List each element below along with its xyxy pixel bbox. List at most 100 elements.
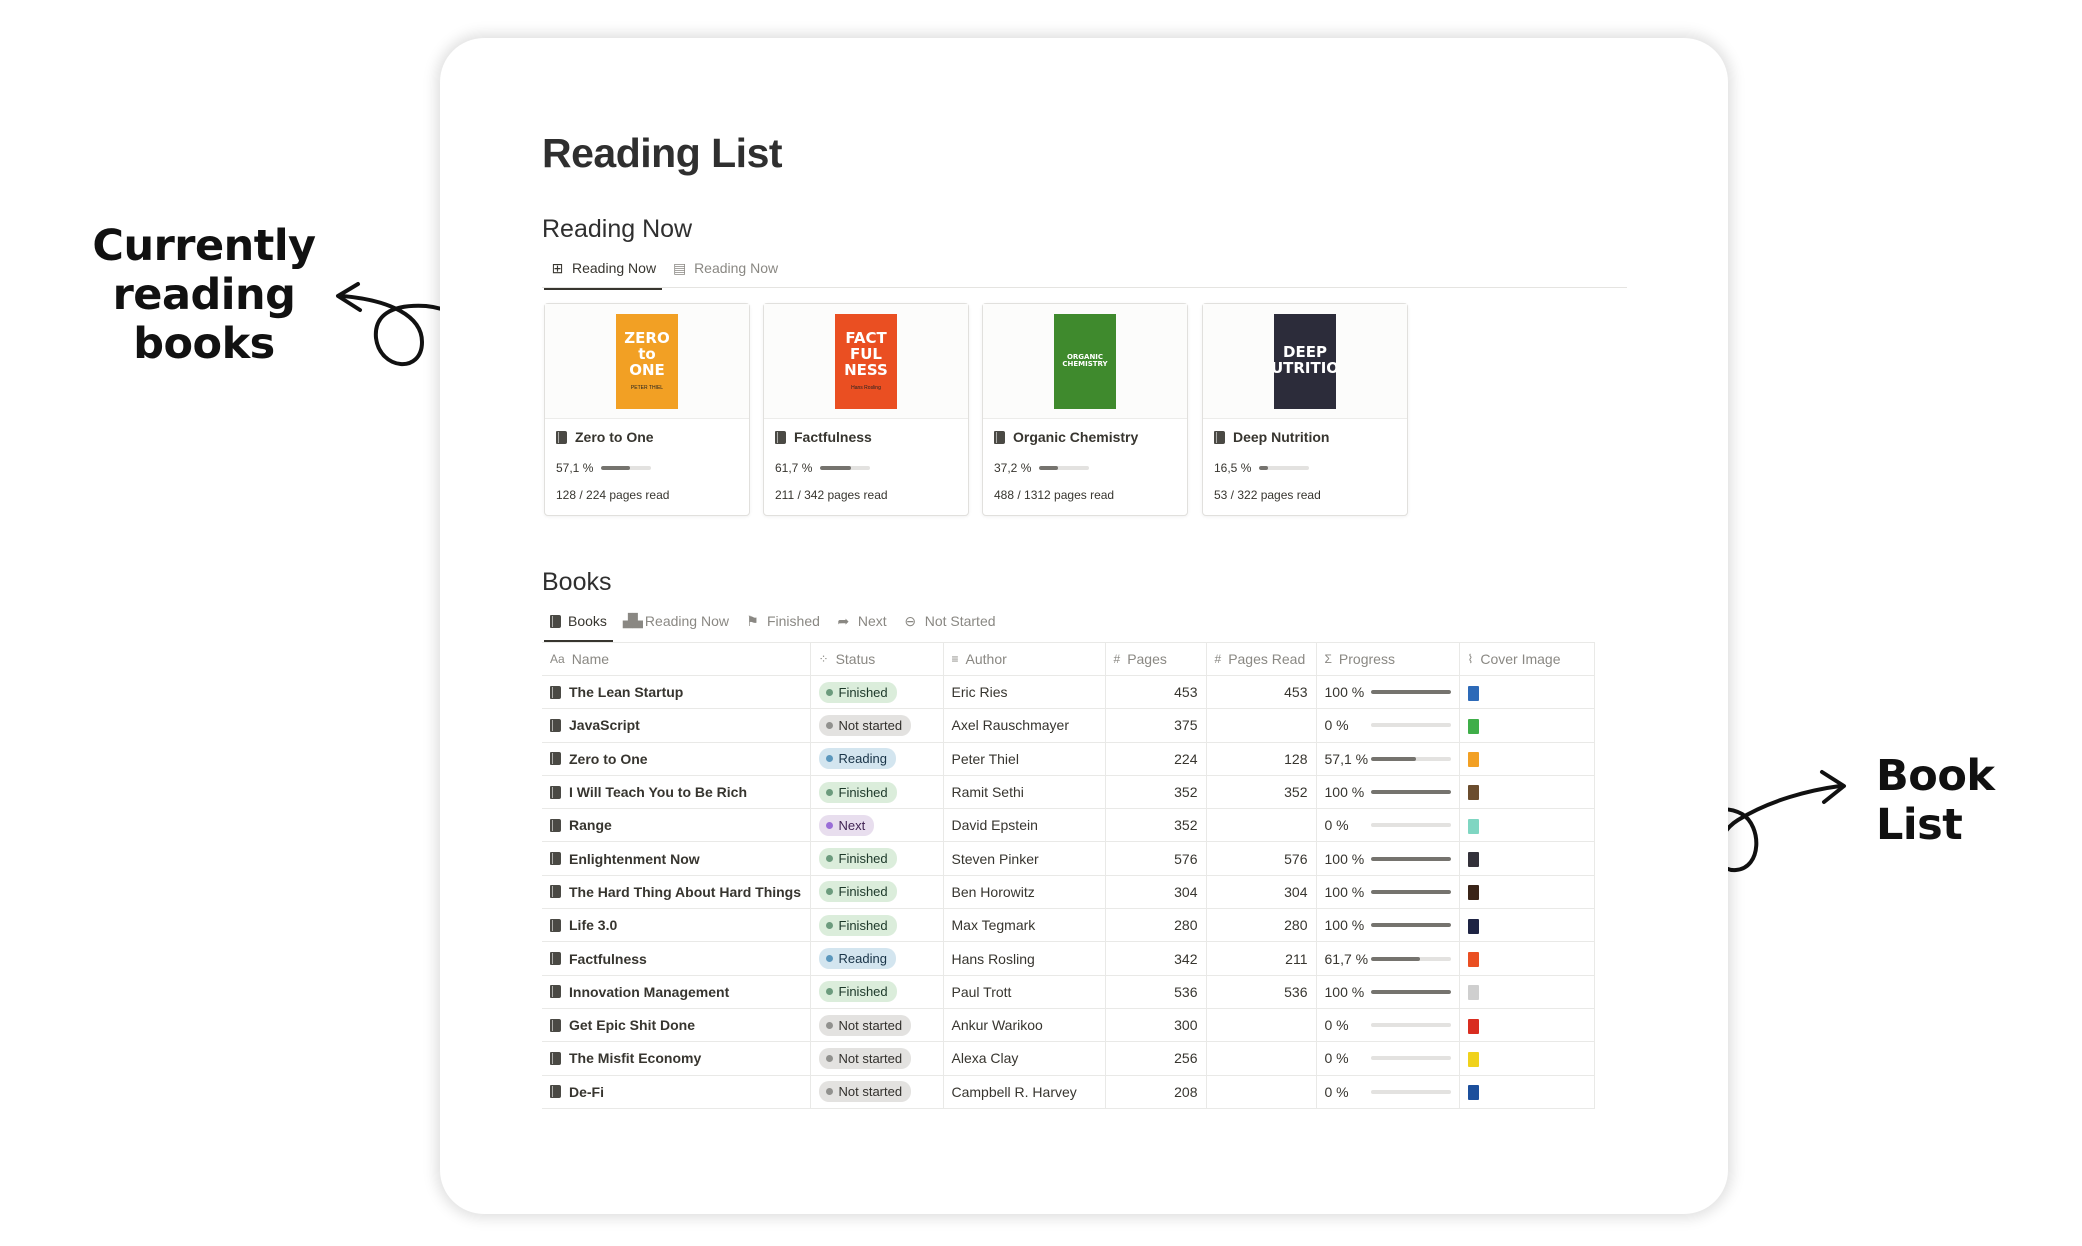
- book-card[interactable]: ZERO to ONE PETER THIEL Zero to One 57,1 % …: [544, 303, 750, 516]
- card-title[interactable]: Deep Nutrition: [1214, 429, 1329, 445]
- table-row[interactable]: JavaScript Not started Axel Rauschmayer …: [542, 708, 1595, 743]
- author-cell[interactable]: Alexa Clay: [943, 1041, 1106, 1076]
- pages-cell[interactable]: 352: [1105, 775, 1207, 810]
- pages-read-cell[interactable]: 280: [1206, 908, 1317, 943]
- table-row[interactable]: The Lean Startup Finished Eric Ries 453 …: [542, 675, 1595, 710]
- status-cell[interactable]: Not started: [810, 1008, 944, 1043]
- status-cell[interactable]: Next: [810, 808, 944, 843]
- cover-image-cell[interactable]: [1459, 975, 1595, 1009]
- cover-image-cell[interactable]: [1459, 908, 1595, 943]
- cover-image-cell[interactable]: [1459, 841, 1595, 876]
- pages-cell[interactable]: 536: [1105, 975, 1207, 1009]
- card-title[interactable]: Organic Chemistry: [994, 429, 1138, 445]
- column-header-name[interactable]: Aa Name: [542, 642, 811, 676]
- pages-cell[interactable]: 375: [1105, 708, 1207, 743]
- cover-image-cell[interactable]: [1459, 1008, 1595, 1043]
- cover-image-cell[interactable]: [1459, 708, 1595, 743]
- status-cell[interactable]: Finished: [810, 975, 944, 1009]
- table-row[interactable]: I Will Teach You to Be Rich Finished Ram…: [542, 775, 1595, 810]
- pages-read-cell[interactable]: [1206, 808, 1317, 843]
- pages-cell[interactable]: 342: [1105, 941, 1207, 976]
- tab-reading-now-gallery[interactable]: ⊞ Reading Now: [542, 248, 664, 290]
- cover-image-cell[interactable]: [1459, 1041, 1595, 1076]
- pages-read-cell[interactable]: 352: [1206, 775, 1317, 810]
- pages-read-cell[interactable]: 128: [1206, 742, 1317, 776]
- pages-read-cell[interactable]: [1206, 1008, 1317, 1043]
- author-cell[interactable]: Campbell R. Harvey: [943, 1075, 1106, 1109]
- tab-next[interactable]: ➦ Next: [828, 601, 895, 641]
- author-cell[interactable]: Ramit Sethi: [943, 775, 1106, 810]
- pages-read-cell[interactable]: [1206, 1041, 1317, 1076]
- name-cell[interactable]: JavaScript: [542, 708, 811, 743]
- name-cell[interactable]: I Will Teach You to Be Rich: [542, 775, 811, 810]
- status-cell[interactable]: Finished: [810, 775, 944, 810]
- table-row[interactable]: Enlightenment Now Finished Steven Pinker…: [542, 841, 1595, 876]
- pages-read-cell[interactable]: 536: [1206, 975, 1317, 1009]
- table-row[interactable]: Factfulness Reading Hans Rosling 342 211…: [542, 941, 1595, 976]
- cover-image-cell[interactable]: [1459, 941, 1595, 976]
- pages-read-cell[interactable]: [1206, 1075, 1317, 1109]
- author-cell[interactable]: Ankur Warikoo: [943, 1008, 1106, 1043]
- pages-read-cell[interactable]: 576: [1206, 841, 1317, 876]
- tab-reading-now-table[interactable]: ▤ Reading Now: [664, 248, 786, 288]
- column-header-author[interactable]: ≡ Author: [943, 642, 1106, 676]
- pages-read-cell[interactable]: [1206, 708, 1317, 743]
- name-cell[interactable]: Enlightenment Now: [542, 841, 811, 876]
- name-cell[interactable]: Zero to One: [542, 742, 811, 776]
- book-card[interactable]: FACT FUL NESS Hans Rosling Factfulness 61,7…: [763, 303, 969, 516]
- column-header-status[interactable]: ⁘ Status: [810, 642, 944, 676]
- cover-image-cell[interactable]: [1459, 1075, 1595, 1109]
- name-cell[interactable]: De-Fi: [542, 1075, 811, 1109]
- tab-not-started[interactable]: ⊖ Not Started: [895, 601, 1004, 641]
- author-cell[interactable]: Max Tegmark: [943, 908, 1106, 943]
- table-row[interactable]: Zero to One Reading Peter Thiel 224 128 …: [542, 742, 1595, 776]
- pages-cell[interactable]: 280: [1105, 908, 1207, 943]
- pages-cell[interactable]: 304: [1105, 875, 1207, 910]
- name-cell[interactable]: The Lean Startup: [542, 675, 811, 710]
- pages-cell[interactable]: 576: [1105, 841, 1207, 876]
- tab-books[interactable]: Books: [542, 601, 615, 643]
- cover-image-cell[interactable]: [1459, 742, 1595, 776]
- pages-read-cell[interactable]: 304: [1206, 875, 1317, 910]
- author-cell[interactable]: Ben Horowitz: [943, 875, 1106, 910]
- table-row[interactable]: The Misfit Economy Not started Alexa Cla…: [542, 1041, 1595, 1076]
- pages-read-cell[interactable]: 453: [1206, 675, 1317, 710]
- author-cell[interactable]: Hans Rosling: [943, 941, 1106, 976]
- table-row[interactable]: Life 3.0 Finished Max Tegmark 280 280 10…: [542, 908, 1595, 943]
- cover-image-cell[interactable]: [1459, 808, 1595, 843]
- author-cell[interactable]: Steven Pinker: [943, 841, 1106, 876]
- pages-cell[interactable]: 224: [1105, 742, 1207, 776]
- author-cell[interactable]: Axel Rauschmayer: [943, 708, 1106, 743]
- name-cell[interactable]: Range: [542, 808, 811, 843]
- pages-cell[interactable]: 453: [1105, 675, 1207, 710]
- pages-cell[interactable]: 256: [1105, 1041, 1207, 1076]
- status-cell[interactable]: Finished: [810, 875, 944, 910]
- name-cell[interactable]: Get Epic Shit Done: [542, 1008, 811, 1043]
- name-cell[interactable]: The Misfit Economy: [542, 1041, 811, 1076]
- pages-cell[interactable]: 208: [1105, 1075, 1207, 1109]
- status-cell[interactable]: Not started: [810, 1041, 944, 1076]
- book-card[interactable]: DEEPNUTRITION Deep Nutrition 16,5 % 53 /…: [1202, 303, 1408, 516]
- status-cell[interactable]: Finished: [810, 675, 944, 710]
- column-header-pages[interactable]: # Pages: [1105, 642, 1207, 676]
- column-header-pages-read[interactable]: # Pages Read: [1206, 642, 1317, 676]
- status-cell[interactable]: Not started: [810, 708, 944, 743]
- book-card[interactable]: ORGANIC CHEMISTRY Organic Chemistry 37,2…: [982, 303, 1188, 516]
- name-cell[interactable]: The Hard Thing About Hard Things: [542, 875, 811, 910]
- status-cell[interactable]: Finished: [810, 908, 944, 943]
- table-row[interactable]: Range Next David Epstein 352 0 %: [542, 808, 1595, 843]
- pages-cell[interactable]: 300: [1105, 1008, 1207, 1043]
- status-cell[interactable]: Not started: [810, 1075, 944, 1109]
- table-row[interactable]: Get Epic Shit Done Not started Ankur War…: [542, 1008, 1595, 1043]
- name-cell[interactable]: Innovation Management: [542, 975, 811, 1009]
- table-row[interactable]: Innovation Management Finished Paul Trot…: [542, 975, 1595, 1009]
- card-title[interactable]: Zero to One: [556, 429, 654, 445]
- card-title[interactable]: Factfulness: [775, 429, 872, 445]
- pages-cell[interactable]: 352: [1105, 808, 1207, 843]
- name-cell[interactable]: Factfulness: [542, 941, 811, 976]
- author-cell[interactable]: Eric Ries: [943, 675, 1106, 710]
- status-cell[interactable]: Reading: [810, 941, 944, 976]
- name-cell[interactable]: Life 3.0: [542, 908, 811, 943]
- cover-image-cell[interactable]: [1459, 875, 1595, 910]
- status-cell[interactable]: Finished: [810, 841, 944, 876]
